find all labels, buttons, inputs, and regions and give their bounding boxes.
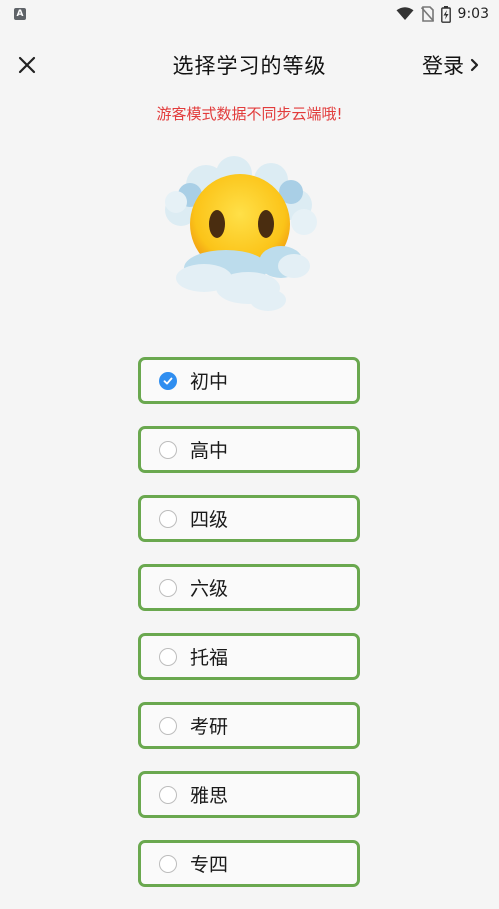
header: 选择学习的等级 登录 xyxy=(0,42,499,88)
radio-unchecked-icon xyxy=(159,509,177,528)
option-label: 托福 xyxy=(190,647,229,669)
level-option-ielts[interactable]: 雅思 xyxy=(138,771,360,818)
radio-unchecked-icon xyxy=(159,785,177,804)
level-option-tem4[interactable]: 专四 xyxy=(138,840,360,887)
radio-unchecked-icon xyxy=(159,440,177,459)
option-label: 六级 xyxy=(190,578,229,600)
level-option-toefl[interactable]: 托福 xyxy=(138,633,360,680)
battery-charging-icon xyxy=(440,5,451,23)
option-label: 四级 xyxy=(190,509,229,531)
option-label: 专四 xyxy=(190,854,229,876)
login-button[interactable]: 登录 xyxy=(422,50,479,80)
option-label: 考研 xyxy=(190,716,229,738)
radio-unchecked-icon xyxy=(159,716,177,735)
no-sim-icon xyxy=(420,6,434,22)
radio-unchecked-icon xyxy=(159,647,177,666)
option-label: 雅思 xyxy=(190,785,229,807)
level-option-cet4[interactable]: 四级 xyxy=(138,495,360,542)
status-bar: A 9:03 xyxy=(0,0,499,28)
level-option-postgraduate[interactable]: 考研 xyxy=(138,702,360,749)
radio-checked-icon xyxy=(159,371,177,390)
level-option-senior-high[interactable]: 高中 xyxy=(138,426,360,473)
wifi-icon xyxy=(396,7,414,20)
level-option-junior-high[interactable]: 初中 xyxy=(138,357,360,404)
radio-unchecked-icon xyxy=(159,578,177,597)
login-label: 登录 xyxy=(422,54,464,78)
status-time: 9:03 xyxy=(457,6,489,22)
option-label: 初中 xyxy=(190,371,229,393)
chevron-right-icon xyxy=(470,58,479,72)
level-options: 初中 高中 四级 六级 托福 考研 雅思 专四 xyxy=(138,357,360,909)
app-notification-icon: A xyxy=(14,8,26,20)
level-option-cet6[interactable]: 六级 xyxy=(138,564,360,611)
face-in-clouds-emoji xyxy=(165,156,317,311)
radio-unchecked-icon xyxy=(159,854,177,873)
guest-mode-warning: 游客模式数据不同步云端哦! xyxy=(156,105,343,123)
option-label: 高中 xyxy=(190,440,229,462)
